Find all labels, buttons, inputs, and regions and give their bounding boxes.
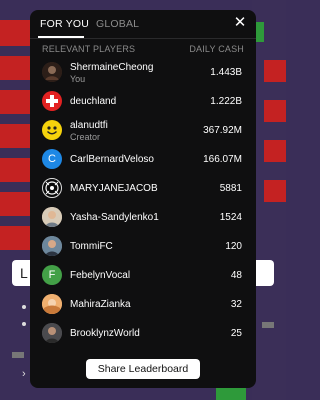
player-name: MahiraZianka <box>70 299 131 310</box>
leaderboard-tabs: FOR YOU GLOBAL ✕ <box>30 10 256 38</box>
background-red-tile <box>0 192 30 216</box>
leaderboard-list: ShermaineCheong You 1.443B deuchland 1.2… <box>30 58 256 348</box>
player-daily-cash: 1.443B <box>210 67 242 78</box>
background-bar <box>12 352 24 358</box>
player-daily-cash: 5881 <box>219 183 242 194</box>
emblem-icon <box>42 178 62 198</box>
leaderboard-row[interactable]: Yasha-Sandylenko1 1524 <box>30 203 256 232</box>
leaderboard-modal: FOR YOU GLOBAL ✕ RELEVANT PLAYERS DAILY … <box>30 10 256 388</box>
column-header-daily-cash: DAILY CASH <box>189 44 244 54</box>
player-daily-cash: 367.92M <box>203 125 242 136</box>
avatar <box>42 62 62 82</box>
swiss-flag-icon <box>42 91 62 111</box>
avatar <box>42 207 62 227</box>
player-subtitle: Creator <box>70 132 101 142</box>
leaderboard-row[interactable]: ShermaineCheong You 1.443B <box>30 58 256 87</box>
avatar <box>42 236 62 256</box>
avatar <box>42 294 62 314</box>
background-bullet <box>22 305 26 309</box>
background-chevron-icon: › <box>22 368 26 380</box>
tab-global[interactable]: GLOBAL <box>96 18 139 30</box>
avatar-letter: C <box>48 153 56 165</box>
column-header-players: RELEVANT PLAYERS <box>42 44 136 54</box>
player-subtitle: You <box>70 74 86 84</box>
player-name: ShermaineCheong <box>70 62 154 73</box>
player-name: alanudtfi <box>70 120 108 131</box>
tabs-divider <box>30 38 256 39</box>
background-bar <box>262 322 274 328</box>
player-daily-cash: 1524 <box>219 212 242 223</box>
leaderboard-row[interactable]: deuchland 1.222B <box>30 87 256 116</box>
player-daily-cash: 166.07M <box>203 154 242 165</box>
background-red-tile <box>264 140 286 162</box>
background-bullet <box>22 322 26 326</box>
tab-for-you[interactable]: FOR YOU <box>40 18 89 30</box>
player-daily-cash: 1.222B <box>210 96 242 107</box>
leaderboard-row[interactable]: alanudtfi Creator 367.92M <box>30 116 256 145</box>
player-daily-cash: 48 <box>230 270 242 281</box>
background-red-tile <box>0 226 30 250</box>
letter-avatar: F <box>42 265 62 285</box>
player-name: TommiFC <box>70 241 113 252</box>
avatar <box>42 323 62 343</box>
player-name: CarlBernardVeloso <box>70 154 154 165</box>
background-red-tile <box>0 90 30 114</box>
close-icon[interactable]: ✕ <box>232 15 248 31</box>
leaderboard-row[interactable]: F FebelynVocal 48 <box>30 261 256 290</box>
leaderboard-row[interactable]: BrooklynzWorld 25 <box>30 319 256 348</box>
leaderboard-row[interactable]: MARYJANEJACOB 5881 <box>30 174 256 203</box>
leaderboard-row[interactable]: MahiraZianka 32 <box>30 290 256 319</box>
player-name: deuchland <box>70 96 117 107</box>
smiley-icon <box>42 120 62 140</box>
letter-avatar: C <box>42 149 62 169</box>
background-card-letter: L <box>20 265 28 281</box>
background-red-tile <box>0 56 30 80</box>
player-name: Yasha-Sandylenko1 <box>70 212 159 223</box>
player-daily-cash: 25 <box>230 328 242 339</box>
player-daily-cash: 32 <box>230 299 242 310</box>
leaderboard-row[interactable]: TommiFC 120 <box>30 232 256 261</box>
share-leaderboard-button[interactable]: Share Leaderboard <box>86 359 200 379</box>
player-name: BrooklynzWorld <box>70 328 140 339</box>
player-name: FebelynVocal <box>70 270 131 281</box>
leaderboard-row[interactable]: C CarlBernardVeloso 166.07M <box>30 145 256 174</box>
background-red-tile <box>0 124 30 148</box>
player-name: MARYJANEJACOB <box>70 183 158 194</box>
player-daily-cash: 120 <box>225 241 242 252</box>
background-red-tile <box>264 60 286 82</box>
background-red-tile <box>264 100 286 122</box>
avatar-letter: F <box>48 269 56 281</box>
background-red-tile <box>264 180 286 202</box>
background-red-tile <box>0 20 30 46</box>
background-red-tile <box>0 158 30 182</box>
